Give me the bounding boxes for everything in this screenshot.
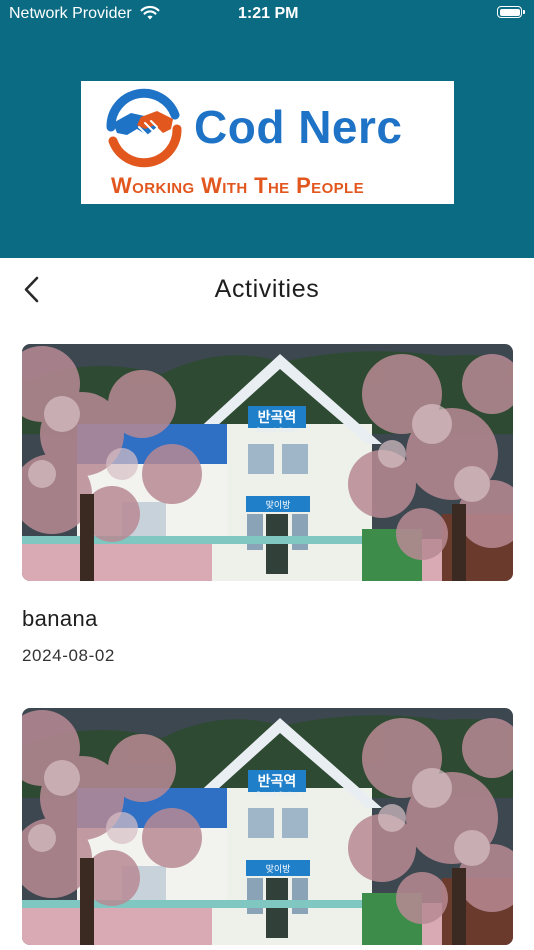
activity-title: banana <box>22 606 98 631</box>
page-title: Activities <box>214 275 320 303</box>
status-bar: Network Provider 1:21 PM <box>0 0 534 30</box>
activity-image[interactable]: 반곡역 Bangok Station 맞이방 <box>22 344 513 581</box>
battery-icon <box>497 6 525 18</box>
station-sign: 반곡역 <box>258 773 297 790</box>
station-photo: 반곡역 Bangok Station 맞이방 <box>22 344 513 581</box>
station-sign: 반곡역 <box>258 409 297 426</box>
station-photo: 반곡역 Bangok Station 맞이방 <box>22 708 513 945</box>
brand-name: Cod Nerc <box>194 101 403 153</box>
station-subtext: Bangok Station <box>257 428 298 434</box>
brand-tagline: Working With The People <box>111 173 365 198</box>
activity-image[interactable]: 반곡역 Bangok Station 맞이방 <box>22 708 513 945</box>
station-subtext: Bangok Station <box>257 792 298 798</box>
handshake-logo-icon <box>106 88 182 168</box>
door-sign: 맞이방 <box>266 863 291 875</box>
activity-date: 2024-08-02 <box>22 646 115 665</box>
brand-logo: Cod Nerc Working With The People <box>81 81 454 204</box>
door-sign: 맞이방 <box>266 499 291 511</box>
wifi-icon <box>140 5 160 20</box>
clock-label: 1:21 PM <box>238 5 299 22</box>
carrier-label: Network Provider <box>9 5 132 22</box>
app-header: Network Provider 1:21 PM Cod Nerc Workin… <box>0 0 534 258</box>
